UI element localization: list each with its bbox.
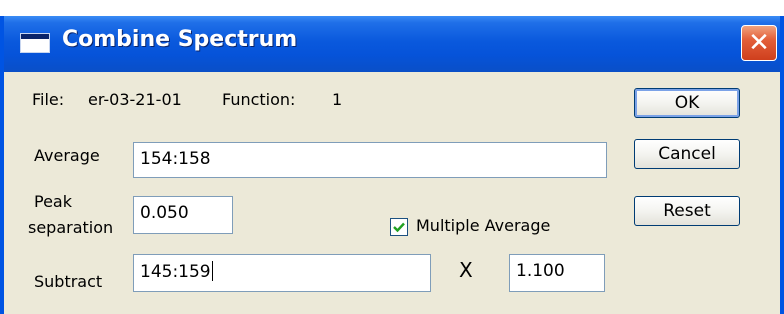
subtract-value: 145:159 (140, 262, 211, 282)
factor-input[interactable]: 1.100 (509, 254, 605, 292)
average-label: Average (34, 146, 100, 165)
function-value: 1 (332, 90, 343, 109)
multiple-average-checkbox[interactable] (390, 218, 408, 236)
dialog-title: Combine Spectrum (62, 27, 298, 52)
title-bar[interactable]: Combine Spectrum ✕ (4, 16, 780, 72)
close-button[interactable]: ✕ (741, 25, 777, 61)
combine-spectrum-dialog: Combine Spectrum ✕ File: er-03-21-01 Fun… (0, 16, 784, 314)
text-caret (211, 261, 213, 281)
peak-label-line2: separation (28, 218, 114, 237)
ok-button[interactable]: OK (634, 88, 740, 118)
peak-separation-value: 0.050 (140, 203, 189, 223)
window-icon (20, 33, 50, 53)
file-value: er-03-21-01 (88, 90, 182, 109)
checkmark-icon (393, 222, 405, 233)
cancel-button[interactable]: Cancel (634, 139, 740, 169)
file-label: File: (32, 90, 65, 109)
peak-label-line1: Peak (34, 192, 72, 211)
factor-value: 1.100 (516, 261, 565, 281)
times-symbol: X (459, 258, 473, 282)
average-value: 154:158 (140, 149, 211, 169)
multiple-average-label[interactable]: Multiple Average (416, 216, 550, 235)
average-input[interactable]: 154:158 (133, 142, 607, 178)
reset-button[interactable]: Reset (634, 196, 740, 226)
background-window-text (0, 0, 784, 13)
subtract-input[interactable]: 145:159 (133, 254, 431, 292)
close-icon: ✕ (748, 28, 770, 58)
subtract-label: Subtract (34, 272, 103, 291)
function-label: Function: (222, 90, 296, 109)
peak-separation-input[interactable]: 0.050 (133, 196, 233, 234)
